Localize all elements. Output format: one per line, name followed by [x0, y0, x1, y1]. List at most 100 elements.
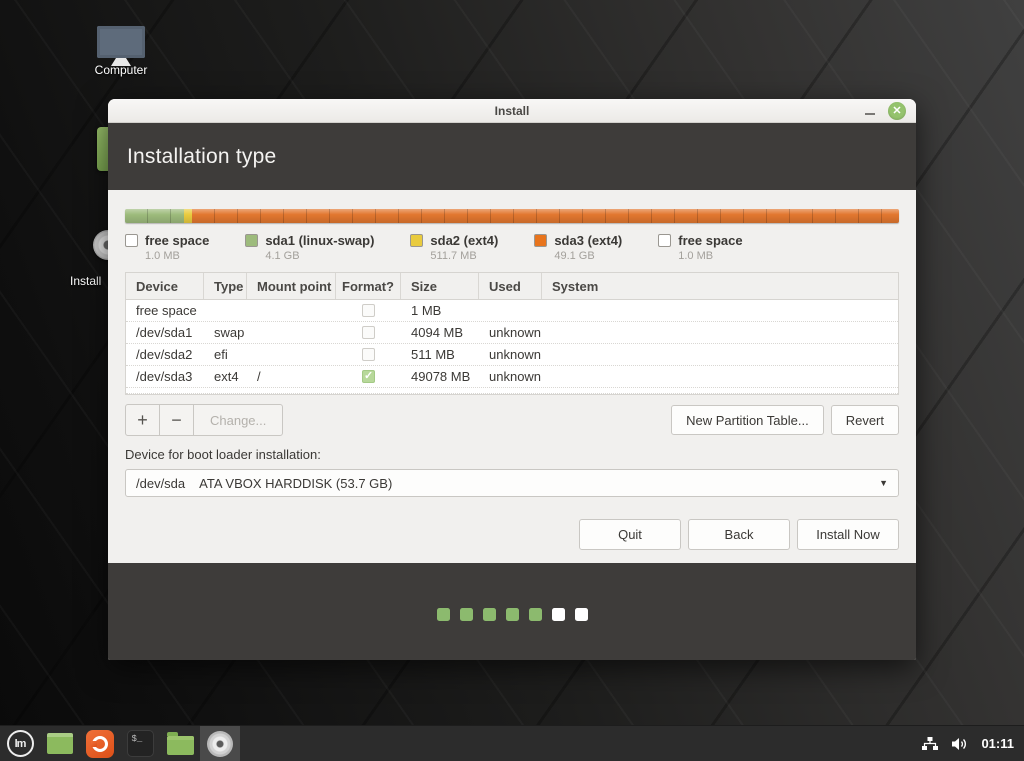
sda2-swatch [410, 234, 423, 247]
close-button[interactable]: ✕ [888, 102, 906, 120]
format-checkbox[interactable] [362, 370, 375, 383]
table-row[interactable]: /dev/sda2 efi 511 MB unknown [126, 344, 898, 366]
col-device: Device [126, 273, 204, 299]
boot-device-name: /dev/sda [136, 476, 185, 491]
partition-toolbar: + − Change... New Partition Table... Rev… [125, 404, 899, 436]
window-controls: ✕ [865, 102, 916, 120]
partition-segment-sda3 [192, 209, 899, 223]
taskbar-tray: 01:11 [921, 726, 1024, 761]
legend-item: free space 1.0 MB [658, 233, 742, 262]
legend-label: free space [678, 233, 742, 248]
back-button[interactable]: Back [688, 519, 790, 550]
col-format: Format? [336, 273, 401, 299]
window-title: Install [108, 104, 916, 118]
partition-segment-sda1 [125, 209, 184, 223]
table-row[interactable]: /dev/sda1 swap 4094 MB unknown [126, 322, 898, 344]
action-buttons: Quit Back Install Now [125, 519, 899, 550]
install-now-button[interactable]: Install Now [797, 519, 899, 550]
progress-dots [437, 608, 588, 621]
table-row[interactable]: /dev/sda3 ext4 / 49078 MB unknown [126, 366, 898, 388]
terminal-icon: $_ [127, 730, 154, 757]
cell-size: 511 MB [401, 347, 479, 362]
minimize-button[interactable] [865, 113, 875, 115]
cell-device: /dev/sda2 [126, 347, 204, 362]
format-checkbox[interactable] [362, 326, 375, 339]
format-checkbox[interactable] [362, 348, 375, 361]
free-space-swatch [658, 234, 671, 247]
files-launcher[interactable] [160, 726, 200, 761]
boot-device-dropdown[interactable]: /dev/sda ATA VBOX HARDDISK (53.7 GB) ▼ [125, 469, 899, 497]
legend-size: 1.0 MB [145, 250, 209, 262]
cell-used: unknown [479, 325, 542, 340]
taskbar-clock[interactable]: 01:11 [981, 736, 1014, 751]
sda3-swatch [534, 234, 547, 247]
window-titlebar[interactable]: Install ✕ [108, 99, 916, 123]
cell-device: free space [126, 303, 204, 318]
terminal-launcher[interactable]: $_ [120, 726, 160, 761]
progress-dot [437, 608, 450, 621]
show-desktop-icon [47, 733, 73, 754]
cell-type: ext4 [204, 369, 247, 384]
chevron-down-icon: ▼ [879, 478, 888, 488]
boot-loader-label: Device for boot loader installation: [125, 447, 899, 462]
partition-legend: free space 1.0 MB sda1 (linux-swap) 4.1 … [125, 233, 899, 262]
cell-used: unknown [479, 369, 542, 384]
mint-menu-button[interactable]: lm [0, 726, 40, 761]
cell-type: swap [204, 325, 247, 340]
cell-mount: / [247, 369, 336, 384]
volume-icon[interactable] [951, 736, 969, 752]
revert-button[interactable]: Revert [831, 405, 899, 435]
toolbar-right: New Partition Table... Revert [671, 405, 899, 435]
partition-table: Device Type Mount point Format? Size Use… [125, 272, 899, 395]
legend-size: 511.7 MB [430, 250, 498, 262]
cd-disc-icon [207, 731, 233, 757]
partition-edit-group: + − Change... [125, 404, 283, 436]
legend-size: 1.0 MB [678, 250, 742, 262]
progress-dot [575, 608, 588, 621]
remove-partition-button[interactable]: − [160, 405, 194, 435]
change-partition-button[interactable]: Change... [194, 405, 282, 435]
cell-device: /dev/sda1 [126, 325, 204, 340]
legend-item: sda1 (linux-swap) 4.1 GB [245, 233, 374, 262]
progress-dot [460, 608, 473, 621]
legend-label: free space [145, 233, 209, 248]
table-row-partial [126, 388, 898, 394]
cell-size: 1 MB [401, 303, 479, 318]
partition-bar [125, 209, 899, 223]
sda1-swatch [245, 234, 258, 247]
firefox-launcher[interactable] [80, 726, 120, 761]
cell-used: unknown [479, 347, 542, 362]
install-icon-label: Install [70, 274, 101, 288]
page-header: Installation type [108, 123, 916, 190]
legend-label: sda1 (linux-swap) [265, 233, 374, 248]
new-partition-table-button[interactable]: New Partition Table... [671, 405, 824, 435]
free-space-swatch [125, 234, 138, 247]
progress-footer [108, 563, 916, 660]
col-used: Used [479, 273, 542, 299]
legend-size: 49.1 GB [554, 250, 622, 262]
installer-taskbar-item[interactable] [200, 726, 240, 761]
page-title: Installation type [127, 145, 276, 169]
network-icon[interactable] [921, 736, 939, 752]
mint-logo-icon: lm [7, 730, 34, 757]
progress-dot [483, 608, 496, 621]
installer-window: Install ✕ Installation type free space 1… [108, 99, 916, 660]
format-checkbox[interactable] [362, 304, 375, 317]
partition-segment-sda2 [184, 209, 192, 223]
progress-dot [552, 608, 565, 621]
legend-size: 4.1 GB [265, 250, 374, 262]
progress-dot [529, 608, 542, 621]
cell-device: /dev/sda3 [126, 369, 204, 384]
desktop-icon-computer[interactable]: Computer [76, 26, 166, 77]
taskbar: lm $_ [0, 725, 1024, 761]
table-header: Device Type Mount point Format? Size Use… [126, 273, 898, 300]
table-row[interactable]: free space 1 MB [126, 300, 898, 322]
quit-button[interactable]: Quit [579, 519, 681, 550]
add-partition-button[interactable]: + [126, 405, 160, 435]
legend-item: free space 1.0 MB [125, 233, 209, 262]
col-type: Type [204, 273, 247, 299]
show-desktop-button[interactable] [40, 726, 80, 761]
taskbar-launchers: lm $_ [0, 726, 240, 761]
computer-monitor-icon [97, 26, 145, 58]
boot-device-description: ATA VBOX HARDDISK (53.7 GB) [199, 476, 392, 491]
